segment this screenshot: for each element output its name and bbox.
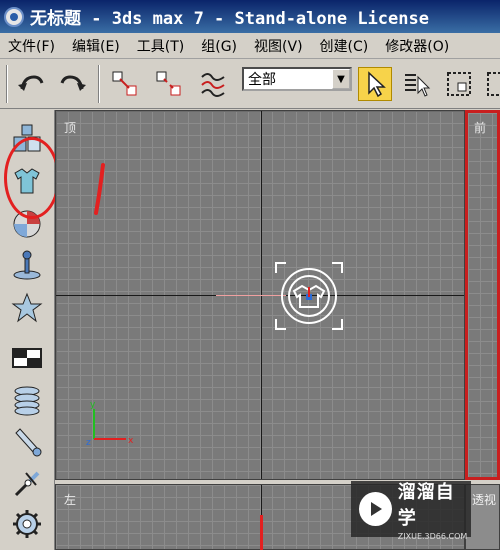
viewport-front[interactable]: 前 [465,110,500,480]
rectangular-selection-button[interactable] [442,67,476,101]
select-by-name-button[interactable] [400,67,434,101]
selected-object[interactable] [274,261,344,331]
title-bar: 无标题 - 3ds max 7 - Stand-alone License [0,0,500,33]
menu-bar: 文件(F) 编辑(E) 工具(T) 组(G) 视图(V) 创建(C) 修改器(O… [0,33,500,59]
window-title: 无标题 - 3ds max 7 - Stand-alone License [30,9,429,29]
bone-icon [14,471,40,497]
menu-file[interactable]: 文件(F) [8,36,55,56]
play-logo-icon [359,492,392,526]
menu-views[interactable]: 视图(V) [254,36,303,56]
toolbar-separator [98,65,100,103]
annotation-mark [94,163,105,215]
chevron-down-icon[interactable]: ▼ [332,69,350,89]
watermark-url: ZIXUE.3D66.COM [397,531,468,541]
unlink-icon [156,71,181,96]
svg-text:x: x [128,436,134,446]
undo-button[interactable] [14,67,48,101]
svg-text:y: y [90,400,96,410]
annotation-circle [4,137,60,219]
cursor-arrow-icon [368,71,386,98]
main-toolbar: 全部 ▼ [0,59,500,109]
watermark-brand: 溜溜自学 [397,481,455,529]
viewport-front-label[interactable]: 前 [474,119,486,136]
viewport-top[interactable]: 顶 y x z [55,110,465,480]
undo-icon [18,75,44,91]
window-crossing-icon [487,72,500,96]
selection-filter-value: 全部 [248,72,276,88]
cylinder-icon [14,386,40,416]
redo-icon [60,75,86,91]
app-icon[interactable] [4,6,24,27]
toolbar-separator [6,65,8,103]
bind-space-warp-button[interactable] [196,67,230,101]
rect-selection-icon [447,72,471,96]
viewport-top-label[interactable]: 顶 [64,119,76,136]
gear-icon [13,510,41,538]
bone-panel-button[interactable] [8,466,46,502]
menu-tools[interactable]: 工具(T) [137,36,184,56]
menu-modifiers[interactable]: 修改器(O) [385,36,449,56]
object-preview [260,515,263,550]
watermark: 溜溜自学 ZIXUE.3D66.COM [351,481,471,541]
menu-create[interactable]: 创建(C) [320,36,369,56]
layer-icon [12,348,42,368]
select-by-name-icon [405,74,431,97]
window-crossing-button[interactable] [482,67,500,101]
unlink-button[interactable] [152,67,186,101]
viewport-left-label[interactable]: 左 [64,491,76,508]
svg-text:z: z [86,438,91,448]
viewport-perspective-label[interactable]: 透视 [472,491,496,508]
menu-group[interactable]: 组(G) [201,36,237,56]
menu-edit[interactable]: 编辑(E) [72,36,120,56]
star-icon [11,292,43,323]
link-icon [112,71,137,96]
axis-tripod-icon: y x z [86,400,134,448]
motion-panel-button[interactable] [8,248,46,284]
utilities-panel-button[interactable] [8,506,46,542]
select-and-link-button[interactable] [108,67,142,101]
stack-panel-button[interactable] [8,382,46,418]
redo-button[interactable] [56,67,90,101]
wrench-icon [15,428,42,457]
select-object-button[interactable] [358,67,392,101]
motion-icon [13,250,41,280]
spacewarp-icon [201,73,225,97]
layer-manager-button[interactable] [8,340,46,376]
tool-panel-button[interactable] [8,424,46,460]
selection-filter-dropdown[interactable]: 全部 ▼ [242,67,352,91]
display-panel-button[interactable] [8,290,46,326]
